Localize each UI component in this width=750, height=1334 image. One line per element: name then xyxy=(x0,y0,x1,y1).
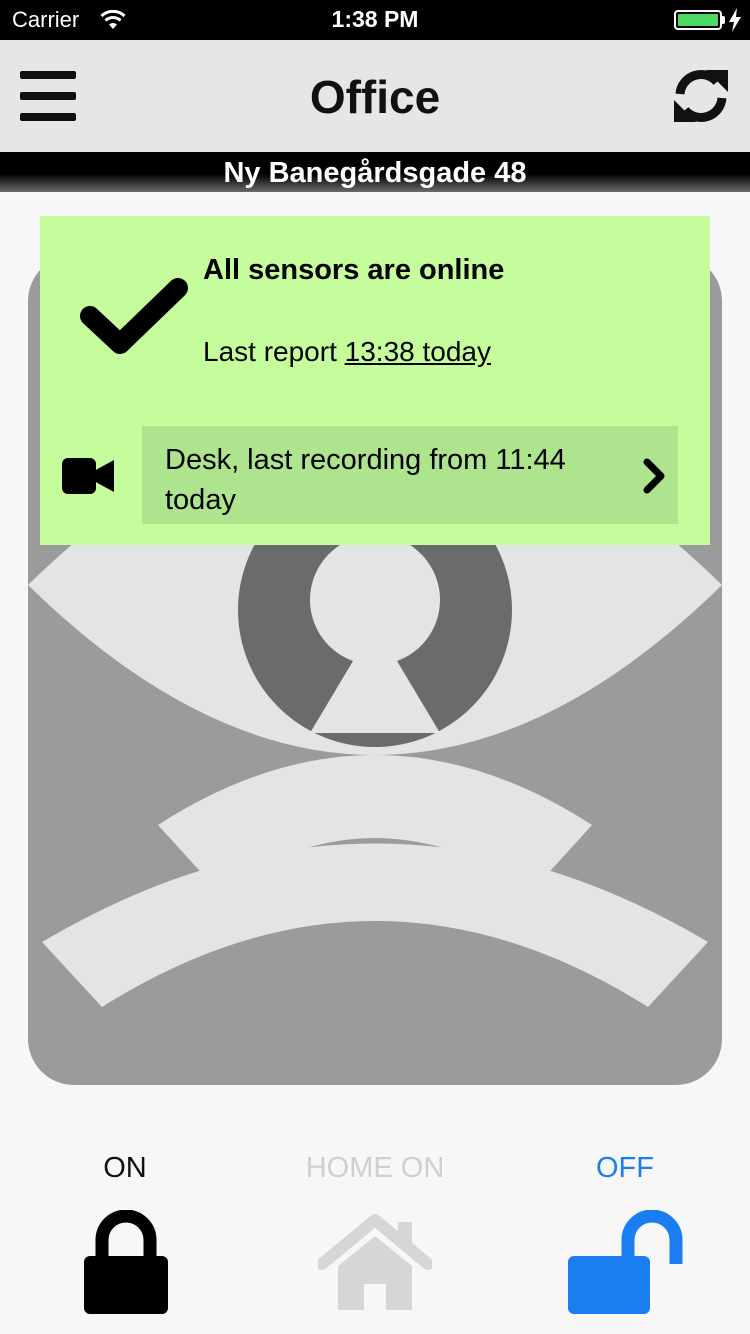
charging-bolt-icon xyxy=(729,8,741,32)
mode-on-label[interactable]: ON xyxy=(0,1152,250,1185)
lock-closed-icon[interactable] xyxy=(84,1210,168,1314)
mode-home-on-label[interactable]: HOME ON xyxy=(250,1152,500,1185)
last-report-time-link[interactable]: 13:38 today xyxy=(345,336,491,367)
home-icon[interactable] xyxy=(318,1214,432,1310)
address-banner: Ny Banegårdsgade 48 xyxy=(0,152,750,192)
lock-open-icon[interactable] xyxy=(566,1210,686,1314)
status-bar: Carrier 1:38 PM xyxy=(0,0,750,40)
checkmark-icon xyxy=(80,278,188,354)
navigation-bar: Office xyxy=(0,40,750,152)
last-report-line: Last report 13:38 today xyxy=(203,336,491,368)
last-recording-text: Desk, last recording from 11:44 today xyxy=(165,444,566,516)
last-report-label: Last report xyxy=(203,336,345,367)
mode-off-label[interactable]: OFF xyxy=(500,1152,750,1185)
sensor-status-headline: All sensors are online xyxy=(203,254,505,286)
battery-tip xyxy=(722,16,725,24)
video-camera-icon xyxy=(62,458,114,494)
battery-icon xyxy=(674,10,722,30)
page-title: Office xyxy=(309,71,441,123)
chevron-right-icon xyxy=(643,458,665,494)
refresh-icon[interactable] xyxy=(670,66,732,126)
clock: 1:38 PM xyxy=(331,6,419,32)
sensor-status-card: All sensors are online Last report 13:38… xyxy=(40,216,710,545)
last-recording-row[interactable]: Desk, last recording from 11:44 today xyxy=(142,426,678,524)
